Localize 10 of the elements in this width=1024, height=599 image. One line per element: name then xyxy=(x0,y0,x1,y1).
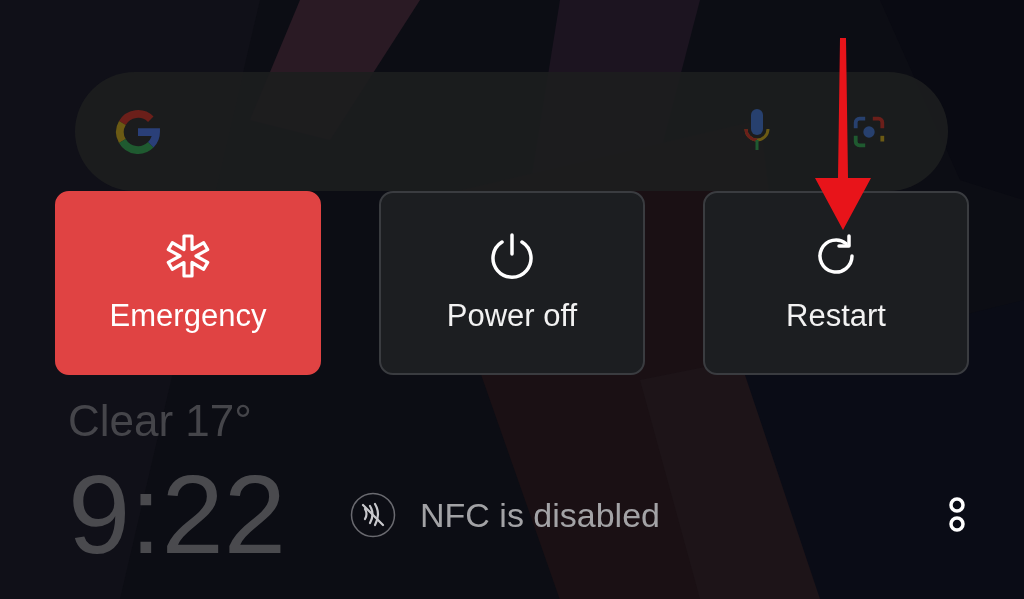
clock-time: 9:22 xyxy=(68,459,287,572)
asterisk-icon xyxy=(164,232,212,280)
weather-text: Clear 17° xyxy=(68,397,253,446)
nfc-off-icon xyxy=(350,492,396,539)
nfc-status-text: NFC is disabled xyxy=(420,495,660,535)
emergency-button[interactable]: Emergency xyxy=(55,191,321,375)
restart-button[interactable]: Restart xyxy=(703,191,969,375)
power-icon xyxy=(488,232,536,280)
power-off-button[interactable]: Power off xyxy=(379,191,645,375)
more-options-icon[interactable] xyxy=(946,497,968,534)
